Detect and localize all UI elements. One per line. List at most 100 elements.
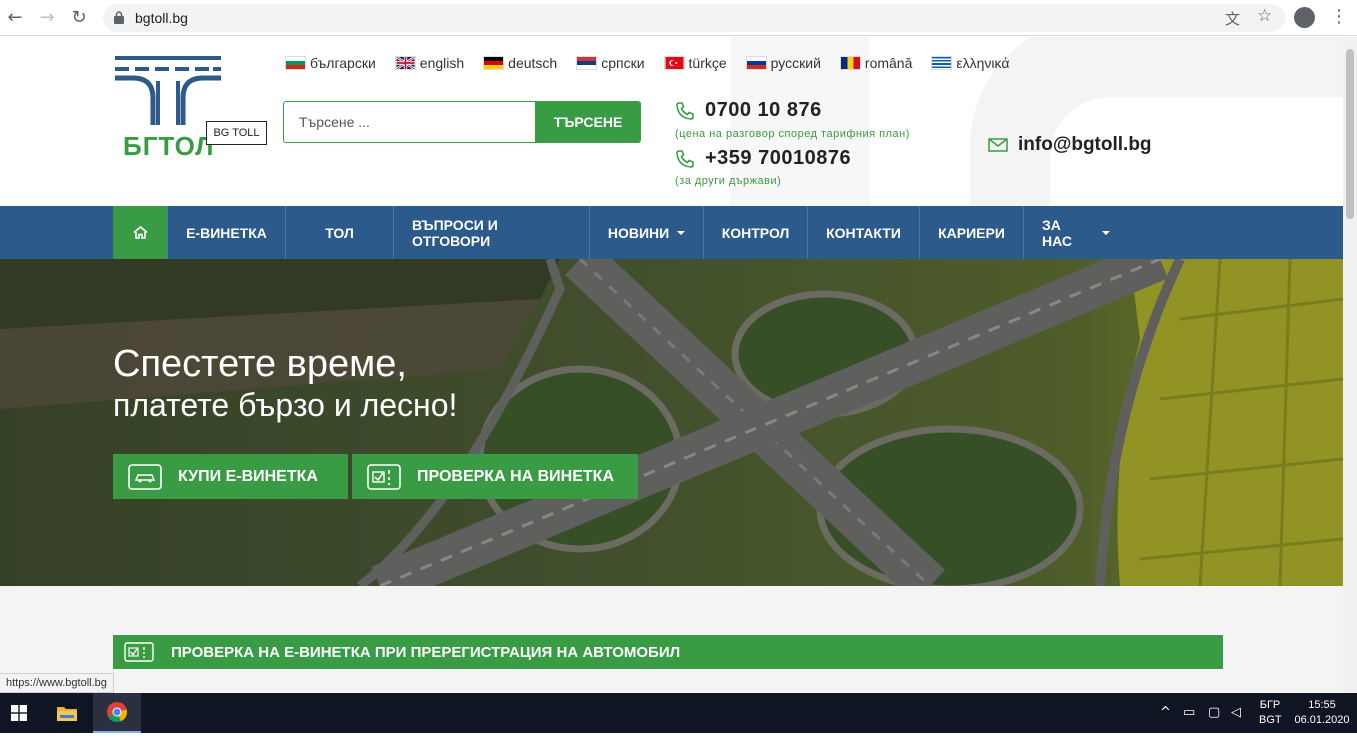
search-form: ТЪРСЕНЕ [283,101,641,143]
lang-en[interactable]: english [394,55,465,71]
main-navigation: Е-ВИНЕТКА ТОЛ ВЪПРОСИ И ОТГОВОРИ НОВИНИ … [0,206,1343,259]
nav-control[interactable]: КОНТРОЛ [704,206,808,259]
lang-label: ελληνικά [956,55,1010,71]
email-contact[interactable]: info@bgtoll.bg [988,134,1152,156]
battery-icon[interactable]: ▭ [1183,705,1195,720]
flag-gb-icon [394,56,416,70]
buy-vignette-label: КУПИ Е-ВИНЕТКА [178,467,318,485]
nav-about[interactable]: ЗА НАС [1024,206,1128,259]
phone-number-international: +359 70010876 [705,147,852,169]
nav-label: КОНТАКТИ [826,224,901,241]
lang-label: english [419,55,465,71]
network-icon[interactable]: ▢ [1208,705,1220,720]
phone-primary-note: (цена на разговор според тарифния план) [675,128,910,140]
chevron-down-icon [677,230,686,235]
flag-gr-icon [931,56,953,70]
lang-label: deutsch [508,55,558,71]
nav-label: КОНТРОЛ [721,224,790,241]
checklist-icon [367,463,401,490]
site-logo[interactable]: БГТОЛ BG TOLL [113,53,273,163]
nav-label: ЗА НАС [1042,216,1072,249]
clock-time: 15:55 [1308,699,1336,711]
hero-banner: Спестете време, платете бързо и лесно! К… [0,259,1343,586]
logo-badge: BG TOLL [206,121,267,145]
nav-faq[interactable]: ВЪПРОСИ И ОТГОВОРИ [394,206,590,259]
flag-bg-icon [285,56,306,70]
web-page: БГТОЛ BG TOLL български english deutsch … [0,37,1343,693]
clock[interactable]: 15:55 06.01.2020 [1292,698,1352,738]
phone-international[interactable]: +359 70010876 [675,147,851,170]
lang-label: română [864,55,913,71]
nav-label: Е-ВИНЕТКА [186,224,267,241]
car-icon [128,463,162,490]
input-language-top: БГР [1259,699,1281,711]
page-scrollbar[interactable] [1343,37,1357,693]
url-text[interactable]: bgtoll.bg [135,10,188,26]
checklist-icon [124,642,154,662]
profile-avatar-icon[interactable] [1294,7,1315,28]
translate-icon[interactable]: 文 [1225,8,1240,29]
file-explorer-taskbar-button[interactable] [43,693,91,733]
windows-taskbar: ^ ▭ ▢ ◁ БГР BGT 15:55 06.01.2020 [0,693,1357,733]
lang-tr[interactable]: türkçe [663,55,727,71]
check-vignette-label: ПРОВЕРКА НА ВИНЕТКА [417,467,614,485]
lang-bg[interactable]: български [285,55,376,71]
nav-label: ВЪПРОСИ И ОТГОВОРИ [412,216,498,249]
forward-icon[interactable]: → [35,6,59,30]
lang-rs[interactable]: српски [576,55,645,71]
home-icon [132,226,148,239]
volume-muted-icon[interactable]: ◁ [1231,705,1241,720]
logo-text: БГТОЛ [123,131,215,161]
content-section: ПРОВЕРКА НА Е-ВИНЕТКА ПРИ ПРЕРЕГИСТРАЦИЯ… [0,586,1343,693]
search-button[interactable]: ТЪРСЕНЕ [535,101,641,143]
envelope-icon [988,138,1008,152]
nav-news[interactable]: НОВИНИ [590,206,704,259]
browser-toolbar: ← → ↻ bgtoll.bg 文 ☆ ⋮ [0,0,1357,36]
input-language-bottom: BGT [1259,714,1282,726]
chevron-up-icon[interactable]: ^ [1160,705,1171,720]
flag-ro-icon [839,56,861,70]
search-input[interactable] [284,102,534,142]
bookmark-star-icon[interactable]: ☆ [1257,6,1272,26]
back-icon[interactable]: ← [3,6,27,30]
phone-icon [676,149,694,168]
phone-icon [676,101,694,120]
lock-icon [114,11,124,24]
flag-tr-icon [663,56,685,70]
nav-label: НОВИНИ [607,224,670,241]
clock-date: 06.01.2020 [1294,714,1350,726]
flag-de-icon [483,56,505,70]
lang-label: türkçe [688,55,727,71]
check-vignette-button[interactable]: ПРОВЕРКА НА ВИНЕТКА [352,454,638,499]
lang-label: български [310,55,376,71]
phone-primary[interactable]: 0700 10 876 [675,99,822,122]
nav-contacts[interactable]: КОНТАКТИ [808,206,920,259]
lang-gr[interactable]: ελληνικά [931,55,1009,71]
flag-rs-icon [576,56,598,70]
language-selector: български english deutsch српски türkçe … [285,55,1028,71]
nav-toll[interactable]: ТОЛ [286,206,394,259]
lang-label: русский [770,55,821,71]
chevron-down-icon [1102,230,1110,235]
input-language-indicator[interactable]: БГР BGT [1259,698,1282,738]
nav-home[interactable] [113,206,168,259]
check-on-reregistration-banner[interactable]: ПРОВЕРКА НА Е-ВИНЕТКА ПРИ ПРЕРЕГИСТРАЦИЯ… [113,635,1223,669]
browser-menu-icon[interactable]: ⋮ [1330,6,1348,27]
lang-de[interactable]: deutsch [483,55,557,71]
lang-ru[interactable]: русский [745,55,821,71]
buy-vignette-button[interactable]: КУПИ Е-ВИНЕТКА [113,454,348,499]
lang-ro[interactable]: română [839,55,913,71]
nav-careers[interactable]: КАРИЕРИ [920,206,1024,259]
chrome-taskbar-button[interactable] [93,693,141,733]
scrollbar-thumb[interactable] [1346,49,1354,219]
chrome-icon [107,702,128,723]
windows-start-icon[interactable] [11,705,27,721]
phone-international-note: (за други държави) [675,175,782,187]
reload-icon[interactable]: ↻ [67,6,91,30]
address-bar[interactable]: bgtoll.bg 文 ☆ [103,4,1285,32]
nav-e-vignette[interactable]: Е-ВИНЕТКА [168,206,286,259]
nav-label: КАРИЕРИ [938,224,1005,241]
hero-subtitle: платете бързо и лесно! [113,387,458,423]
phone-number-primary: 0700 10 876 [705,99,822,121]
check-on-reregistration-title: ПРОВЕРКА НА Е-ВИНЕТКА ПРИ ПРЕРЕГИСТРАЦИЯ… [171,643,681,661]
